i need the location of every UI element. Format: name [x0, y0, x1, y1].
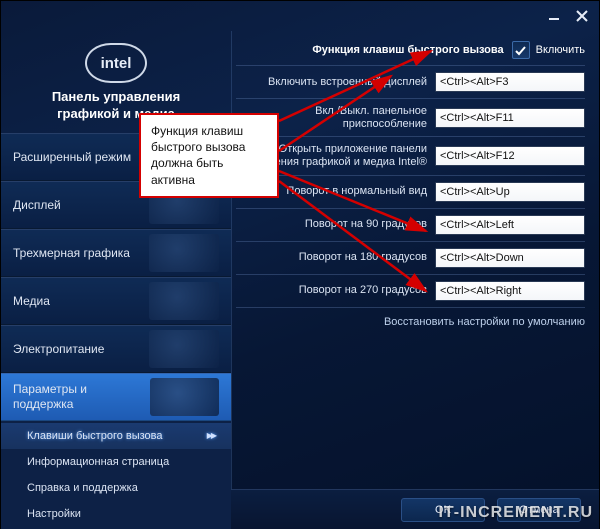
hotkey-row-rotate-90: Поворот на 90 градусов <Ctrl><Alt>Left: [236, 215, 585, 235]
subitem-info-page[interactable]: Информационная страница: [1, 449, 231, 475]
annotation-tooltip: Функция клавиш быстрого вызова должна бы…: [139, 113, 279, 198]
hotkey-row-builtin-display: Включить встроенный дисплей <Ctrl><Alt>F…: [236, 72, 585, 92]
sidebar-item-power[interactable]: Электропитание: [1, 325, 231, 373]
divider: [236, 98, 585, 99]
divider: [236, 307, 585, 308]
hotkey-field-rotate-180[interactable]: <Ctrl><Alt>Down: [435, 248, 585, 268]
sidebar-sublist: Клавиши быстрого вызова Информационная с…: [1, 421, 231, 529]
subitem-help-support[interactable]: Справка и поддержка: [1, 475, 231, 501]
sidebar-thumb-support: [150, 378, 219, 416]
hotkey-row-rotate-normal: Поворот в нормальный вид <Ctrl><Alt>Up: [236, 182, 585, 202]
sidebar-item-label: Медиа: [13, 294, 50, 308]
hotkey-row-open-panel: Открыть приложение панели управления гра…: [236, 143, 585, 168]
hotkey-field-rotate-90[interactable]: <Ctrl><Alt>Left: [435, 215, 585, 235]
enable-hotkeys-label: Включить: [536, 44, 585, 56]
restore-defaults-link[interactable]: Восстановить настройки по умолчанию: [236, 316, 585, 328]
hotkey-header-row: Функция клавиш быстрого вызова Включить: [236, 41, 585, 59]
hotkey-field-panel-fit[interactable]: <Ctrl><Alt>F11: [435, 108, 585, 128]
divider: [236, 136, 585, 137]
row-label: Поворот на 270 градусов: [236, 284, 427, 297]
sidebar-item-label: Дисплей: [13, 198, 61, 212]
main-panel: Функция клавиш быстрого вызова Включить …: [231, 31, 599, 489]
hotkey-row-rotate-270: Поворот на 270 градусов <Ctrl><Alt>Right: [236, 281, 585, 301]
row-label: Включить встроенный дисплей: [236, 76, 427, 89]
hotkey-row-panel-fit: Вкл./Выкл. панельное приспособление <Ctr…: [236, 105, 585, 130]
hotkey-header-label: Функция клавиш быстрого вызова: [236, 44, 504, 57]
sidebar: intel Панель управления графикой и медиа…: [1, 31, 231, 489]
sidebar-item-media[interactable]: Медиа: [1, 277, 231, 325]
intel-graphics-panel-window: intel Панель управления графикой и медиа…: [0, 0, 600, 529]
subitem-settings[interactable]: Настройки: [1, 501, 231, 527]
hotkey-field-rotate-normal[interactable]: <Ctrl><Alt>Up: [435, 182, 585, 202]
sidebar-thumb-media: [149, 282, 219, 320]
sidebar-item-label: Электропитание: [13, 342, 104, 356]
divider: [236, 241, 585, 242]
intel-logo: intel: [85, 43, 147, 83]
hotkey-field-builtin-display[interactable]: <Ctrl><Alt>F3: [435, 72, 585, 92]
title-bar: [1, 1, 599, 31]
close-button[interactable]: [575, 9, 589, 23]
hotkey-field-rotate-270[interactable]: <Ctrl><Alt>Right: [435, 281, 585, 301]
minimize-button[interactable]: [547, 9, 561, 23]
sidebar-thumb-3d: [149, 234, 219, 272]
enable-hotkeys-group: Включить: [512, 41, 585, 59]
sidebar-thumb-power: [149, 330, 219, 368]
row-label: Поворот на 90 градусов: [236, 218, 427, 231]
hotkey-row-rotate-180: Поворот на 180 градусов <Ctrl><Alt>Down: [236, 248, 585, 268]
sidebar-item-label: Параметры и поддержка: [13, 382, 150, 411]
divider: [236, 175, 585, 176]
sidebar-item-3d[interactable]: Трехмерная графика: [1, 229, 231, 277]
subitem-hotkeys[interactable]: Клавиши быстрого вызова: [1, 423, 231, 449]
sidebar-item-label: Трехмерная графика: [13, 246, 130, 260]
row-label: Поворот на 180 градусов: [236, 251, 427, 264]
watermark: IT-INCREMENT.RU: [438, 504, 593, 522]
divider: [236, 274, 585, 275]
panel-title-l1: Панель управления: [52, 89, 180, 104]
hotkey-field-open-panel[interactable]: <Ctrl><Alt>F12: [435, 146, 585, 166]
enable-hotkeys-checkbox[interactable]: [512, 41, 530, 59]
divider: [236, 208, 585, 209]
sidebar-item-label: Расширенный режим: [13, 150, 131, 164]
divider: [236, 65, 585, 66]
sidebar-item-options-support[interactable]: Параметры и поддержка: [1, 373, 231, 421]
